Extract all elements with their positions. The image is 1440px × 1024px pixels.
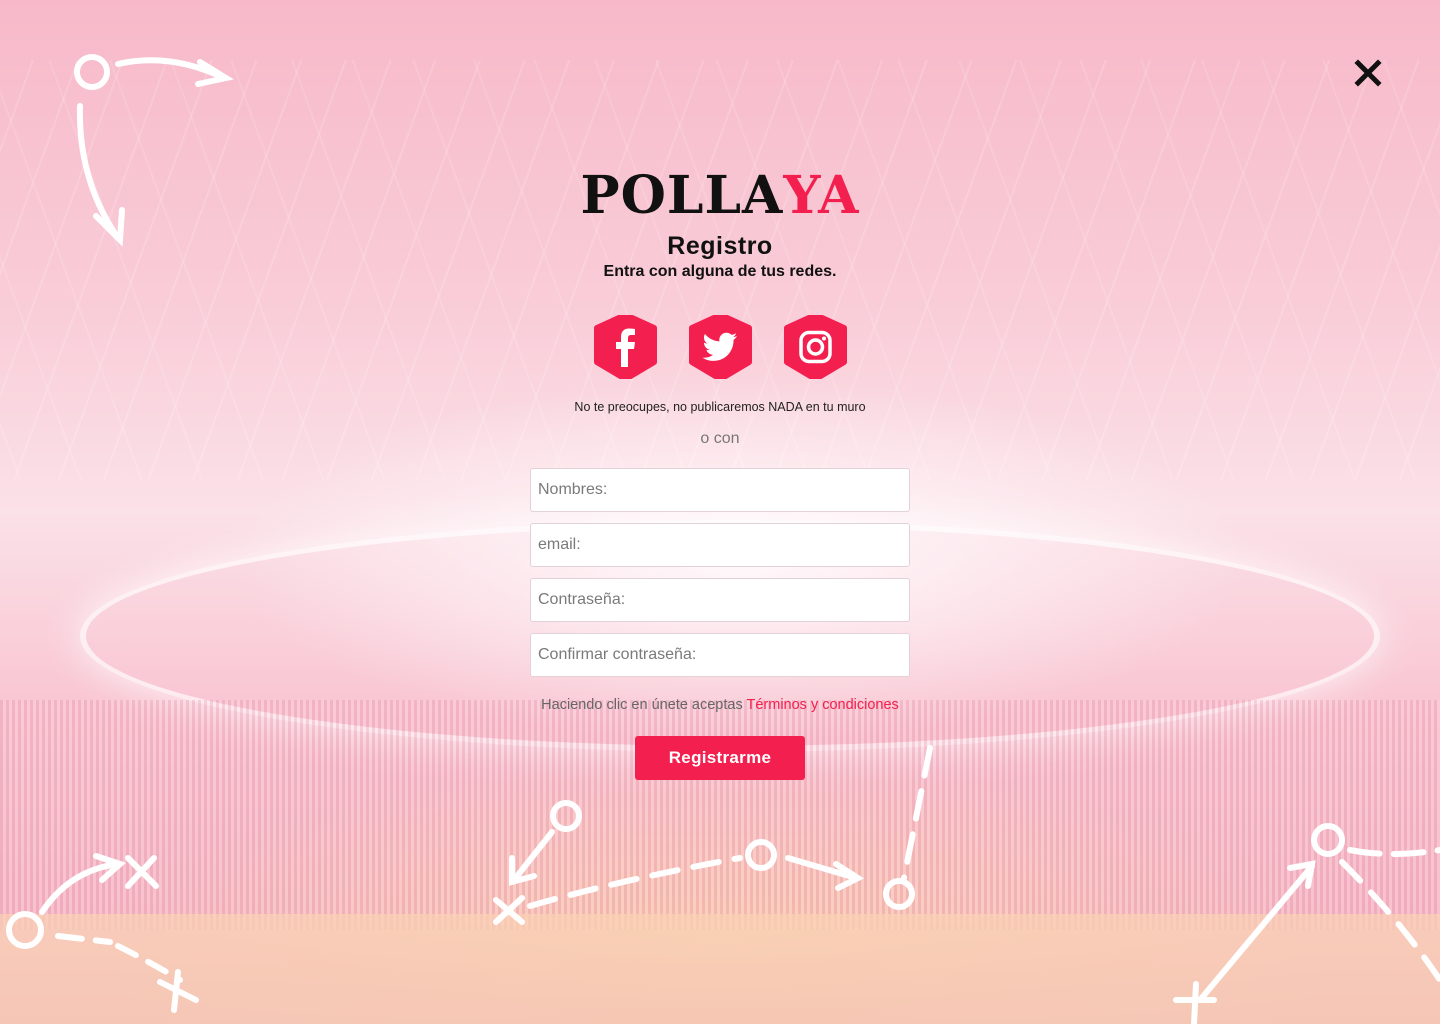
- register-form: [530, 468, 910, 677]
- register-panel: POLLA YA Registro Entra con alguna de tus…: [0, 0, 1440, 780]
- terms-link[interactable]: Términos y condiciones: [746, 697, 898, 713]
- password-field[interactable]: [530, 578, 910, 622]
- instagram-icon: [783, 315, 847, 379]
- twitter-login-button[interactable]: [688, 315, 752, 379]
- page-title: Registro: [667, 232, 773, 260]
- privacy-note: No te preocupes, no publicaremos NADA en…: [574, 400, 866, 414]
- facebook-login-button[interactable]: [593, 315, 657, 379]
- name-field[interactable]: [530, 468, 910, 512]
- instagram-login-button[interactable]: [783, 315, 847, 379]
- pollaya-logo: POLLA YA: [580, 168, 859, 224]
- terms-prefix: Haciendo clic en únete aceptas: [541, 697, 743, 713]
- stadium-pitch: [0, 914, 1440, 1024]
- terms-text: Haciendo clic en únete aceptas Términos …: [541, 697, 899, 713]
- logo-text-accent: YA: [783, 165, 860, 226]
- divider-text: o con: [700, 430, 740, 447]
- twitter-icon: [688, 315, 752, 379]
- social-login-group: [593, 315, 847, 379]
- logo-text-dark: POLLA: [580, 165, 784, 226]
- register-button[interactable]: Registrarme: [635, 736, 805, 780]
- confirm-password-field[interactable]: [530, 633, 910, 677]
- page-subtitle: Entra con alguna de tus redes.: [603, 263, 837, 280]
- email-field[interactable]: [530, 523, 910, 567]
- facebook-icon: [593, 315, 657, 379]
